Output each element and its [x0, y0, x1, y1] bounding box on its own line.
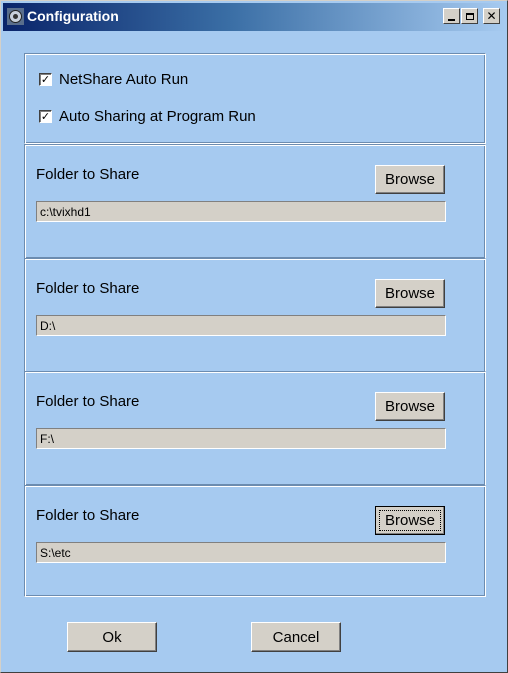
browse-button-2[interactable]: Browse [375, 279, 445, 308]
auto-sharing-label[interactable]: Auto Sharing at Program Run [59, 108, 256, 125]
folder-label: Folder to Share [36, 393, 140, 410]
minimize-icon [448, 18, 455, 21]
netshare-auto-run-checkbox[interactable]: ✓ [39, 73, 52, 86]
ok-button[interactable]: Ok [67, 622, 157, 652]
close-icon: ✕ [486, 9, 497, 23]
folder-label: Folder to Share [36, 166, 140, 183]
folder-panel-1: Folder to Share Browse c:\tvixhd1 [24, 144, 486, 259]
maximize-icon [465, 12, 474, 20]
title-bar[interactable]: Configuration ✕ [3, 3, 505, 31]
folder-label: Folder to Share [36, 280, 140, 297]
folder-path-field-4[interactable]: S:\etc [36, 542, 446, 563]
browse-button-3[interactable]: Browse [375, 392, 445, 421]
folder-path-field-3[interactable]: F:\ [36, 428, 446, 449]
window-title: Configuration [27, 8, 119, 24]
close-button[interactable]: ✕ [483, 8, 500, 24]
browse-button-4[interactable]: Browse [375, 506, 445, 535]
options-panel: ✓ NetShare Auto Run ✓ Auto Sharing at Pr… [24, 53, 486, 144]
folder-panel-2: Folder to Share Browse D:\ [24, 258, 486, 373]
folder-path-field-1[interactable]: c:\tvixhd1 [36, 201, 446, 222]
auto-sharing-checkbox[interactable]: ✓ [39, 110, 52, 123]
app-icon [7, 8, 24, 25]
auto-sharing-option[interactable]: ✓ Auto Sharing at Program Run [39, 108, 256, 125]
folder-panel-4: Folder to Share Browse S:\etc [24, 485, 486, 597]
configuration-window: Configuration ✕ ✓ NetShare Auto Run ✓ Au… [0, 0, 508, 673]
minimize-button[interactable] [443, 8, 460, 24]
netshare-auto-run-option[interactable]: ✓ NetShare Auto Run [39, 71, 188, 88]
folder-label: Folder to Share [36, 507, 140, 524]
netshare-auto-run-label[interactable]: NetShare Auto Run [59, 71, 188, 88]
cancel-button[interactable]: Cancel [251, 622, 341, 652]
folder-path-field-2[interactable]: D:\ [36, 315, 446, 336]
folder-panel-3: Folder to Share Browse F:\ [24, 371, 486, 486]
maximize-button[interactable] [461, 8, 478, 24]
browse-button-1[interactable]: Browse [375, 165, 445, 194]
